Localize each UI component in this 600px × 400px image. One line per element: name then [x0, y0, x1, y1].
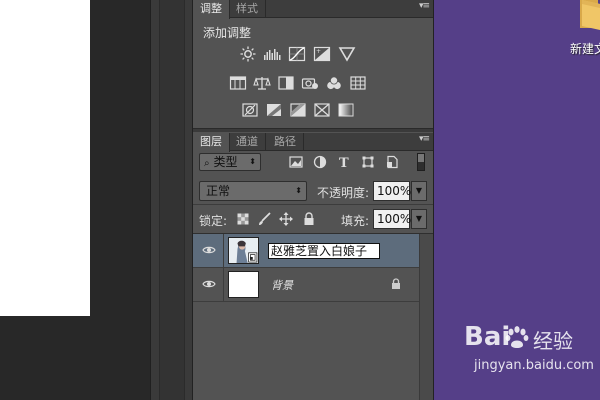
layer-row-background[interactable]: 背景 — [193, 268, 419, 302]
filter-kind-label: 类型 — [213, 155, 238, 169]
eye-icon[interactable] — [202, 245, 216, 255]
document-canvas[interactable] — [0, 0, 90, 316]
eye-icon[interactable] — [202, 279, 216, 289]
filter-pixel-icon[interactable] — [289, 155, 303, 169]
photo-filter-icon[interactable] — [301, 75, 319, 91]
gradient-map-icon[interactable] — [337, 102, 355, 118]
layer-row-smart-object[interactable]: 赵雅芝置入白娘子 — [193, 234, 419, 268]
canvas-scroll-strip — [150, 0, 192, 400]
invert-icon[interactable] — [241, 102, 259, 118]
panel-dock: 调整 样式 ▾≡ 添加调整 + 图层 通道 路径 ▾≡ ⌕ 类型 ⬍ T 正常 … — [192, 0, 434, 400]
blend-mode-value: 正常 — [206, 184, 231, 198]
lock-position-move-icon[interactable] — [279, 212, 293, 226]
opacity-input[interactable]: 100% — [373, 181, 411, 201]
watermark-url: jingyan.baidu.com — [474, 358, 594, 373]
lock-all-icon[interactable] — [303, 212, 315, 226]
canvas-area[interactable] — [0, 0, 150, 400]
brightness-contrast-icon[interactable] — [239, 46, 257, 62]
tab-channels[interactable]: 通道 — [229, 133, 266, 151]
watermark-text: 经验 — [533, 329, 573, 353]
canvas-scrollbar[interactable] — [159, 0, 185, 400]
tab-layers[interactable]: 图层 — [193, 133, 230, 152]
opacity-label: 不透明度: — [317, 186, 370, 200]
exposure-icon[interactable]: + — [313, 46, 331, 62]
hue-saturation-icon[interactable] — [229, 75, 247, 91]
filter-type-icon[interactable]: T — [337, 155, 351, 171]
panel-divider[interactable] — [193, 128, 433, 132]
channel-mixer-icon[interactable] — [325, 75, 343, 91]
filter-toggle[interactable] — [417, 153, 425, 171]
adjust-tabbar: 调整 样式 ▾≡ — [193, 0, 433, 19]
vibrance-icon[interactable] — [338, 46, 356, 62]
svg-text:T: T — [339, 156, 349, 169]
layers-tabbar: 图层 通道 路径 ▾≡ — [193, 133, 433, 152]
desktop-background: 新建文 Bai 经验 jingyan.baidu.com — [434, 0, 600, 400]
layer-thumbnail[interactable] — [228, 271, 259, 298]
svg-text:+: + — [316, 48, 321, 55]
color-lookup-icon[interactable] — [349, 75, 367, 91]
layer-name[interactable]: 背景 — [271, 277, 293, 293]
tab-styles[interactable]: 样式 — [229, 0, 266, 18]
layer-name-input[interactable]: 赵雅芝置入白娘子 — [268, 243, 380, 259]
paw-icon — [505, 326, 529, 348]
panel-divider — [193, 204, 433, 205]
black-white-icon[interactable] — [277, 75, 295, 91]
fill-label: 填充: — [341, 214, 370, 228]
lock-image-brush-icon[interactable] — [257, 212, 271, 226]
adjust-title: 添加调整 — [203, 26, 252, 40]
filter-smart-object-icon[interactable] — [385, 155, 399, 169]
filter-shape-icon[interactable] — [361, 155, 375, 169]
threshold-icon[interactable] — [289, 102, 307, 118]
tab-adjustments[interactable]: 调整 — [193, 0, 230, 19]
layers-scrollbar[interactable] — [419, 234, 433, 400]
fill-input[interactable]: 100% — [373, 209, 411, 229]
desktop-icon-label[interactable]: 新建文 — [570, 40, 600, 57]
folder-icon[interactable] — [578, 0, 600, 30]
search-icon: ⌕ — [204, 158, 210, 169]
panel-menu-icon[interactable]: ▾≡ — [419, 1, 430, 11]
chevron-updown-icon: ⬍ — [295, 186, 302, 195]
layer-filter-select[interactable]: ⌕ 类型 ⬍ — [199, 153, 261, 171]
chevron-updown-icon: ⬍ — [249, 157, 256, 166]
lock-transparency-icon[interactable] — [237, 213, 249, 225]
layers-menu-icon[interactable]: ▾≡ — [419, 134, 430, 144]
layer-thumbnail[interactable] — [228, 237, 259, 264]
blend-mode-select[interactable]: 正常 ⬍ — [199, 181, 307, 201]
lock-label: 锁定: — [199, 214, 228, 228]
levels-icon[interactable] — [263, 46, 281, 62]
filter-adjustment-icon[interactable] — [313, 155, 327, 169]
tab-paths[interactable]: 路径 — [267, 133, 304, 151]
lock-icon[interactable] — [391, 278, 401, 290]
curves-icon[interactable] — [288, 46, 306, 62]
posterize-icon[interactable] — [265, 102, 283, 118]
color-balance-icon[interactable] — [253, 75, 271, 91]
fill-dropdown-icon[interactable]: ▼ — [411, 209, 427, 229]
selective-color-icon[interactable] — [313, 102, 331, 118]
opacity-dropdown-icon[interactable]: ▼ — [411, 181, 427, 201]
